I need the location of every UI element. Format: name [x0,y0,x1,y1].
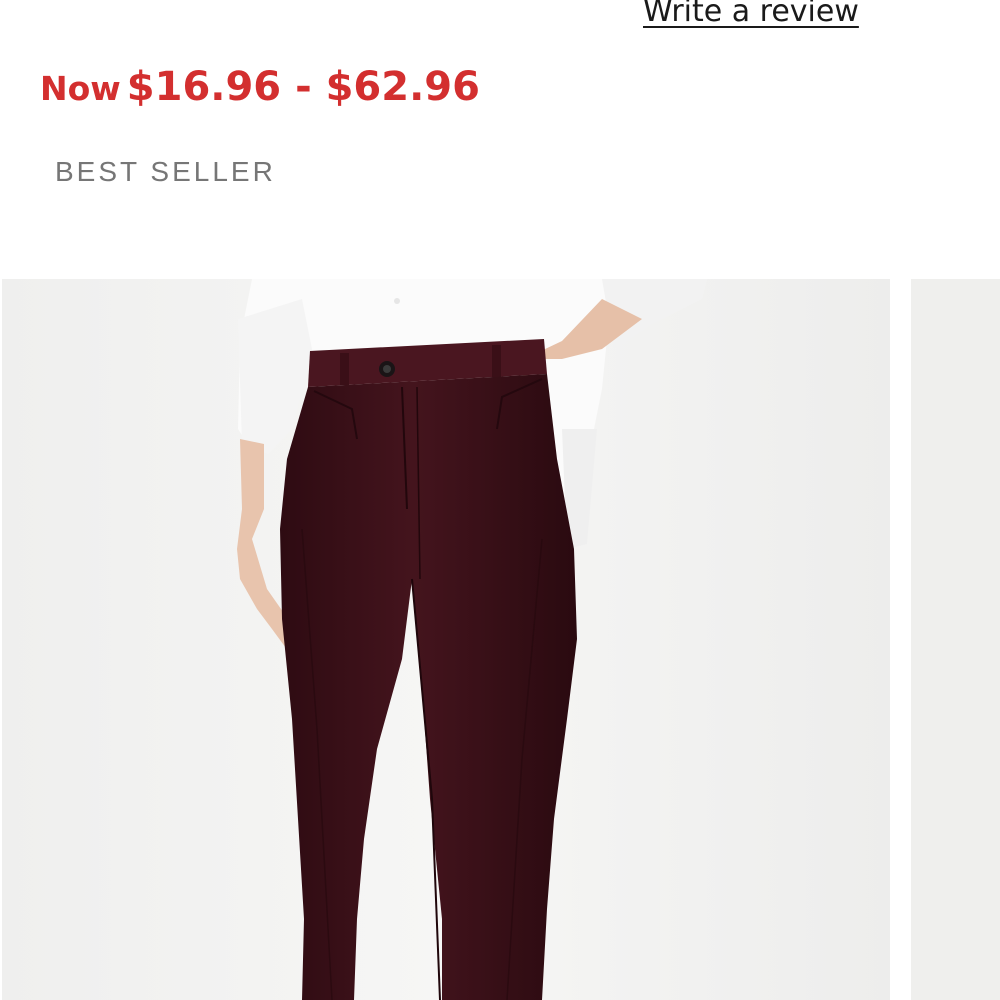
product-image-carousel[interactable] [0,279,1000,1000]
product-page: Write a review Now $16.96 - $62.96 BEST S… [0,0,1000,1000]
product-image-main[interactable] [2,279,890,1000]
price-prefix: Now [40,69,121,108]
product-image-next[interactable] [911,279,1000,1000]
best-seller-badge: BEST SELLER [55,156,276,187]
sale-price: Now $16.96 - $62.96 [40,64,480,110]
write-review-link[interactable]: Write a review [643,0,859,29]
price-range: $16.96 - $62.96 [126,64,480,110]
pants-model-illustration [2,279,890,1000]
